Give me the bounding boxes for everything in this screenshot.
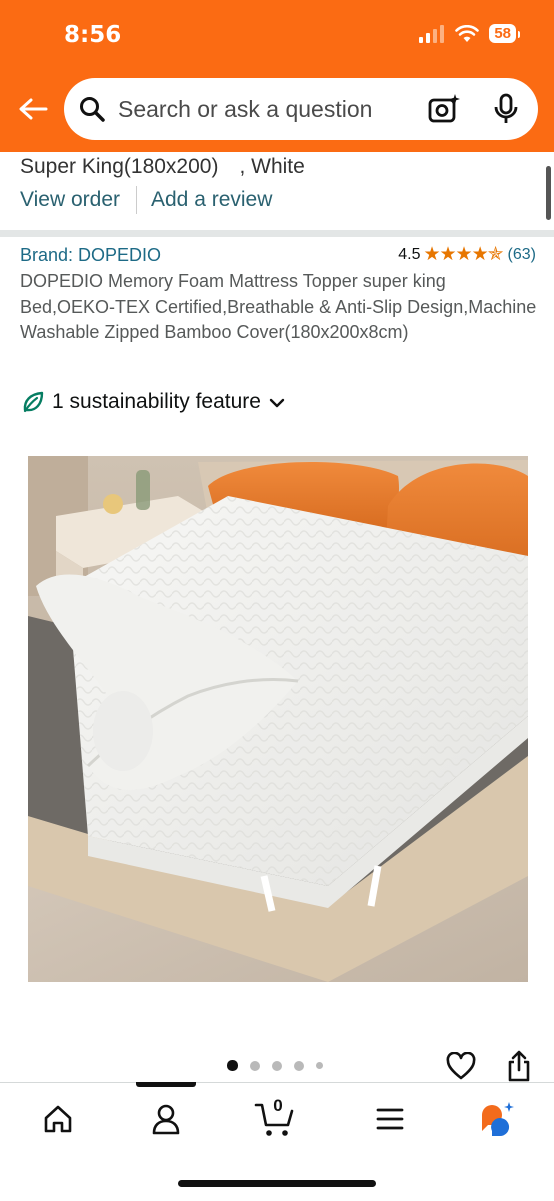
search-input[interactable] — [118, 78, 418, 140]
app-header: 8:56 58 — [0, 0, 554, 152]
home-indicator — [178, 1180, 376, 1187]
image-carousel-dots[interactable] — [227, 1060, 323, 1071]
carousel-dot[interactable] — [316, 1062, 323, 1069]
order-variant: Super King(180x200) , White — [20, 155, 305, 178]
battery-indicator: 58 — [489, 24, 520, 43]
camera-search-icon[interactable] — [428, 93, 460, 125]
nav-rufus[interactable] — [476, 1099, 520, 1139]
chevron-down-icon — [269, 398, 285, 408]
carousel-dot-active[interactable] — [227, 1060, 238, 1071]
carousel-dot[interactable] — [294, 1060, 304, 1071]
order-links: View order Add a review — [20, 186, 272, 214]
menu-icon — [376, 1108, 404, 1130]
home-icon — [44, 1105, 72, 1133]
cart-count-badge: 0 — [273, 1096, 283, 1115]
status-icons: 58 — [419, 24, 520, 43]
search-bar[interactable] — [64, 78, 538, 140]
nav-account[interactable] — [146, 1099, 186, 1139]
nav-home[interactable] — [38, 1099, 78, 1139]
add-review-link[interactable]: Add a review — [151, 188, 272, 212]
nav-cart[interactable]: 0 — [254, 1096, 298, 1139]
scrollbar[interactable] — [546, 166, 551, 220]
status-time: 8:56 — [64, 22, 122, 48]
carousel-dot[interactable] — [250, 1060, 260, 1071]
section-divider — [0, 230, 554, 237]
star-rating-icon: ★★★★✯ — [423, 244, 503, 265]
link-separator — [136, 186, 137, 214]
product-title: DOPEDIO Memory Foam Mattress Topper supe… — [20, 271, 537, 342]
rating-count[interactable]: (63) — [508, 246, 536, 264]
wifi-icon — [455, 24, 480, 42]
carousel-dot[interactable] — [272, 1060, 282, 1071]
microphone-icon[interactable] — [492, 92, 520, 126]
leaf-icon — [23, 391, 44, 413]
view-order-link[interactable]: View order — [20, 188, 120, 212]
share-icon[interactable] — [506, 1050, 532, 1082]
heart-icon[interactable] — [446, 1052, 476, 1080]
back-arrow-icon — [19, 98, 48, 120]
signal-icon — [419, 24, 445, 43]
rufus-assistant-icon — [482, 1102, 514, 1137]
search-icon — [80, 97, 105, 122]
product-image[interactable] — [28, 456, 528, 982]
account-icon — [152, 1104, 180, 1135]
back-button[interactable] — [16, 92, 50, 126]
mattress-topper-photo — [28, 456, 528, 982]
sustainability-toggle[interactable]: 1 sustainability feature — [22, 390, 285, 414]
nav-menu[interactable] — [372, 1099, 408, 1139]
sustainability-label: 1 sustainability feature — [52, 390, 261, 413]
rating-value: 4.5 — [398, 245, 421, 263]
brand-link[interactable]: Brand: DOPEDIO — [20, 245, 161, 266]
active-tab-indicator — [136, 1082, 196, 1087]
rating-summary[interactable]: 4.5 ★★★★✯ (63) — [398, 243, 536, 266]
